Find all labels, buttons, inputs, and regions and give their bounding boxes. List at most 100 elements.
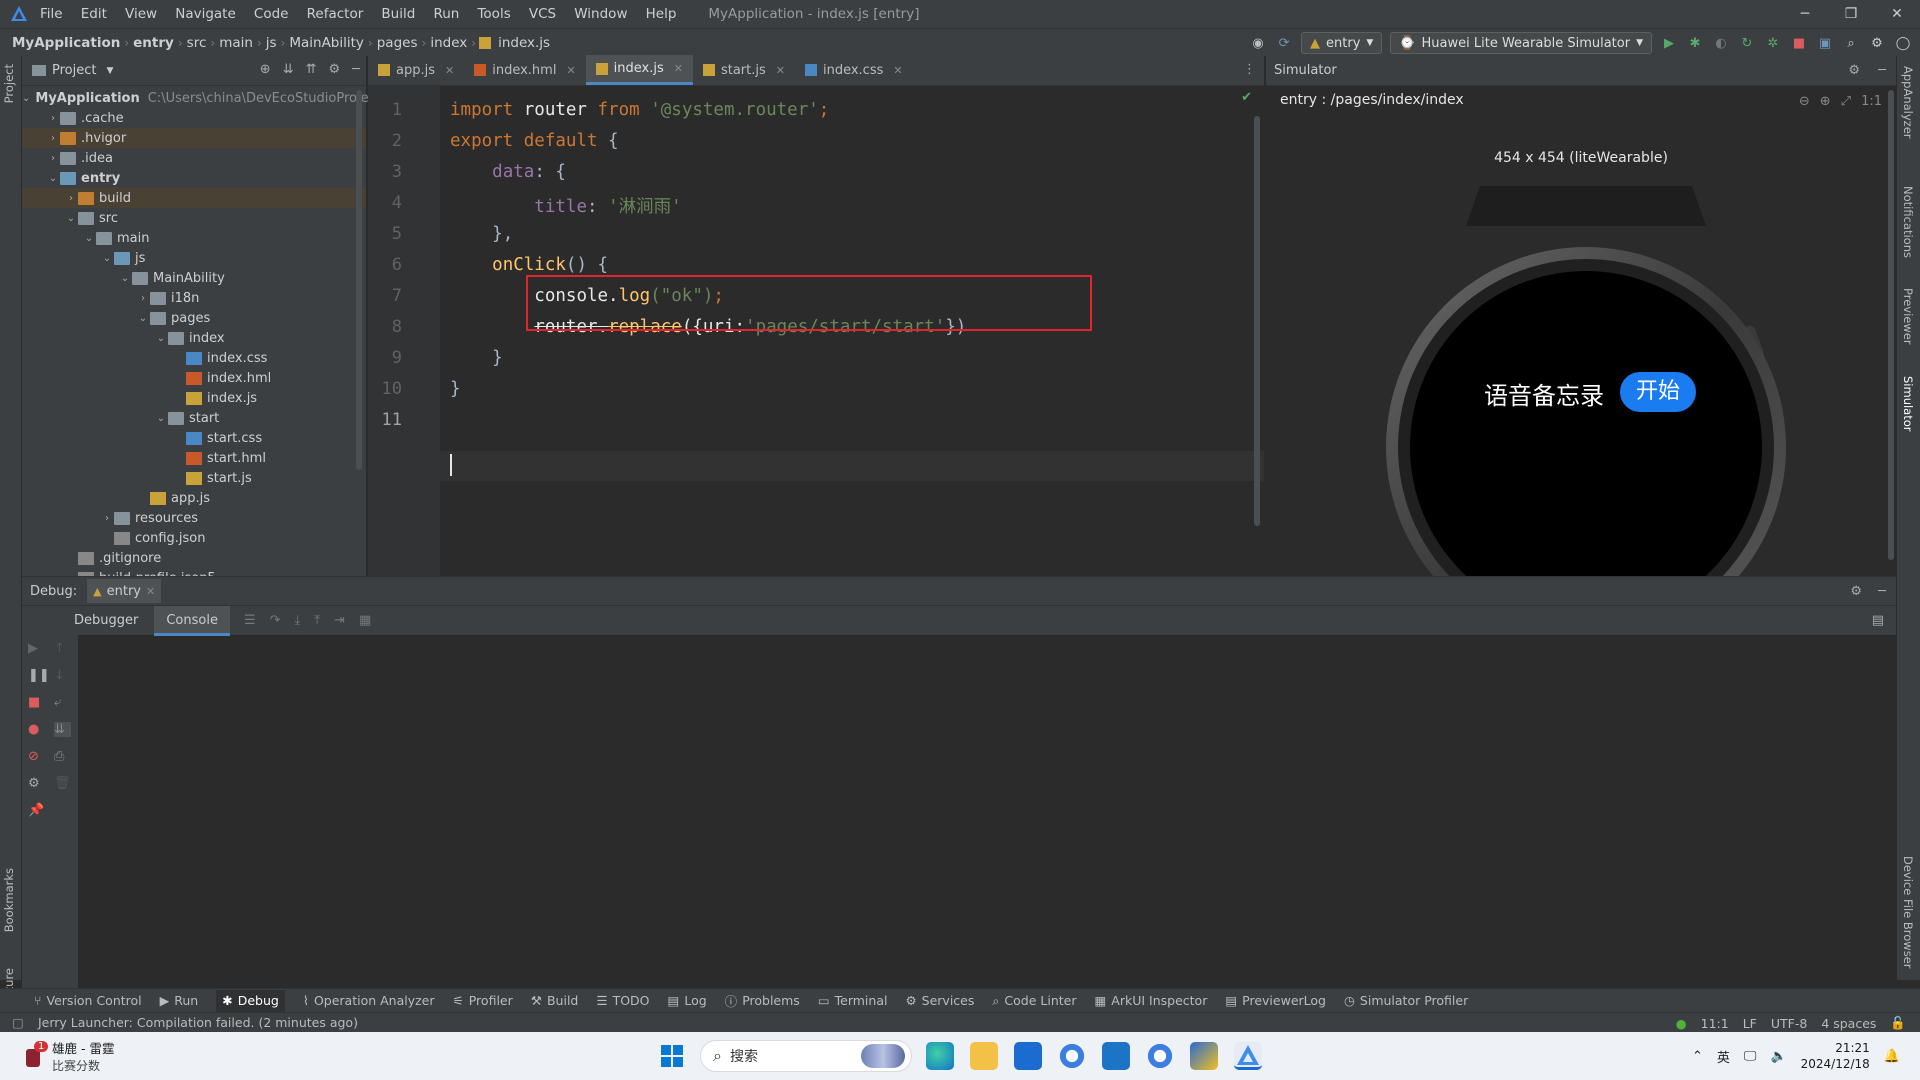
device-manager-icon[interactable]: ▣ [1816, 34, 1834, 52]
app-analyzer-tool-tab[interactable]: AppAnalyzer [1901, 66, 1915, 139]
tree-item[interactable]: ⌄ MyApplication C:\Users\china\DevEcoStudi… [22, 88, 376, 108]
bookmarks-tool-tab[interactable]: Bookmarks [2, 868, 16, 932]
breadcrumb-js[interactable]: js [262, 35, 281, 51]
tree-item[interactable]: app.js [22, 488, 366, 508]
tree-scrollbar[interactable] [356, 90, 362, 470]
chevron-right-icon[interactable]: › [64, 193, 78, 204]
console-output[interactable] [82, 637, 1896, 988]
app-icon[interactable] [1058, 1042, 1086, 1070]
project-view-selector[interactable]: Project [52, 63, 96, 78]
target-icon[interactable]: ◉ [1249, 34, 1267, 52]
soft-wrap-icon[interactable]: ⤶ [54, 695, 71, 710]
pause-icon[interactable]: ❚❚ [28, 668, 50, 683]
chevron-up-icon[interactable]: ⌃ [1692, 1049, 1703, 1064]
tab-console[interactable]: Console [154, 605, 230, 636]
windows-start-icon[interactable] [660, 1044, 684, 1068]
restore-icon[interactable]: ❐ [1828, 0, 1874, 28]
project-tool-tab[interactable]: Project [2, 64, 16, 103]
gear-icon[interactable]: ⚙ [1850, 584, 1862, 599]
indent-setting[interactable]: 4 spaces [1821, 1016, 1876, 1031]
tree-item[interactable]: ⌄ src [22, 208, 366, 228]
volume-icon[interactable]: 🔈 [1770, 1049, 1786, 1064]
down-arrow-icon[interactable]: ↓ [54, 668, 71, 683]
tree-item[interactable]: .gitignore [22, 548, 366, 568]
tree-item[interactable]: config.json [22, 528, 366, 548]
layout-icon[interactable]: ▤ [1872, 613, 1884, 628]
status-window-icon[interactable]: ▢ [12, 1015, 24, 1030]
tool-run[interactable]: ▶ Run [160, 993, 199, 1008]
chevron-down-icon[interactable]: ⌄ [154, 413, 168, 424]
tool-log[interactable]: ▤ Log [668, 993, 707, 1008]
breadcrumb-file[interactable]: index.js [494, 35, 554, 51]
tree-item[interactable]: start.hml [22, 448, 366, 468]
locate-icon[interactable]: ⊕ [260, 62, 271, 77]
rerun-icon[interactable]: ↻ [1738, 34, 1756, 52]
tree-item[interactable]: › .cache [22, 108, 366, 128]
menu-build[interactable]: Build [381, 6, 415, 22]
tab-index-hml[interactable]: index.hml ✕ [464, 55, 585, 85]
tool-simulator-profiler[interactable]: ◷ Simulator Profiler [1344, 993, 1468, 1008]
notes-app-icon[interactable] [1190, 1042, 1218, 1070]
gear-icon[interactable]: ⚙ [329, 62, 341, 77]
zoom-out-icon[interactable]: ⊖ [1799, 94, 1810, 109]
expand-all-icon[interactable]: ⇊ [283, 62, 294, 77]
close-tab-icon[interactable]: ✕ [674, 62, 683, 75]
tab-app-js[interactable]: app.js ✕ [368, 55, 464, 85]
chevron-down-icon[interactable]: ⌄ [136, 313, 150, 324]
view-breakpoints-icon[interactable]: ● [28, 722, 50, 737]
step-into-icon[interactable]: ⤓ [295, 613, 301, 628]
tree-item[interactable]: ⌄ pages [22, 308, 366, 328]
zoom-in-icon[interactable]: ⊕ [1820, 94, 1831, 109]
close-tab-icon[interactable]: ✕ [445, 64, 454, 77]
hide-icon[interactable]: ─ [352, 62, 360, 77]
menu-tools[interactable]: Tools [477, 6, 510, 22]
bell-icon[interactable]: 🔔 [1884, 1049, 1900, 1064]
taskbar-search[interactable]: ⌕ 搜索 [700, 1040, 912, 1072]
tool-version-control[interactable]: ⑂ Version Control [34, 993, 142, 1008]
minimize-icon[interactable]: ─ [1782, 0, 1828, 28]
menu-window[interactable]: Window [574, 6, 627, 22]
step-over-icon[interactable]: ↷ [270, 613, 281, 628]
edge-browser-icon[interactable] [926, 1042, 954, 1070]
actual-size-icon[interactable]: 1:1 [1861, 94, 1882, 109]
chevron-down-icon[interactable]: ⌄ [118, 273, 132, 284]
chevron-right-icon[interactable]: › [46, 113, 60, 124]
tree-item[interactable]: › .idea [22, 148, 366, 168]
mute-breakpoints-icon[interactable]: ⊘ [28, 749, 50, 764]
breadcrumb-pages[interactable]: pages [373, 35, 422, 51]
close-icon[interactable]: ✕ [146, 585, 155, 598]
tree-item[interactable]: ⌄ main [22, 228, 366, 248]
editor-scrollbar[interactable] [1254, 116, 1260, 526]
stop-icon[interactable]: ■ [28, 695, 50, 710]
line-separator[interactable]: LF [1743, 1016, 1757, 1031]
menu-view[interactable]: View [125, 6, 157, 22]
breadcrumb-project[interactable]: MyApplication [8, 35, 124, 51]
up-arrow-icon[interactable]: ↑ [54, 641, 71, 656]
breadcrumb-main[interactable]: main [215, 35, 257, 51]
close-tab-icon[interactable]: ✕ [776, 64, 785, 77]
settings-icon[interactable]: ⚙ [1868, 34, 1886, 52]
notifications-tool-tab[interactable]: Notifications [1901, 186, 1915, 258]
tree-item[interactable]: ⌄ index [22, 328, 366, 348]
tree-item[interactable]: › i18n [22, 288, 366, 308]
search-icon[interactable]: ⌕ [1842, 34, 1860, 52]
tool-arkui-inspector[interactable]: ▦ ArkUI Inspector [1094, 993, 1207, 1008]
close-icon[interactable]: ✕ [1874, 0, 1920, 28]
chevron-down-icon[interactable]: ⌄ [64, 213, 78, 224]
app-icon[interactable] [1146, 1042, 1174, 1070]
menu-help[interactable]: Help [646, 6, 677, 22]
menu-edit[interactable]: Edit [81, 6, 107, 22]
gear-icon[interactable]: ⚙ [28, 776, 50, 791]
run-to-cursor-icon[interactable]: ⇥ [334, 613, 345, 628]
tool-todo[interactable]: ☰ TODO [596, 993, 649, 1008]
tool-services[interactable]: ⚙ Services [905, 993, 974, 1008]
microsoft-store-icon[interactable] [1014, 1042, 1042, 1070]
chevron-right-icon[interactable]: › [46, 153, 60, 164]
device-combo[interactable]: ⌚ Huawei Lite Wearable Simulator ▼ [1390, 32, 1652, 54]
tool-terminal[interactable]: ▭ Terminal [818, 993, 888, 1008]
account-icon[interactable]: ◯ [1894, 34, 1912, 52]
vscode-icon[interactable] [1102, 1042, 1130, 1070]
close-tab-icon[interactable]: ✕ [566, 64, 575, 77]
tree-item[interactable]: index.css [22, 348, 366, 368]
tree-item[interactable]: ⌄ start [22, 408, 366, 428]
